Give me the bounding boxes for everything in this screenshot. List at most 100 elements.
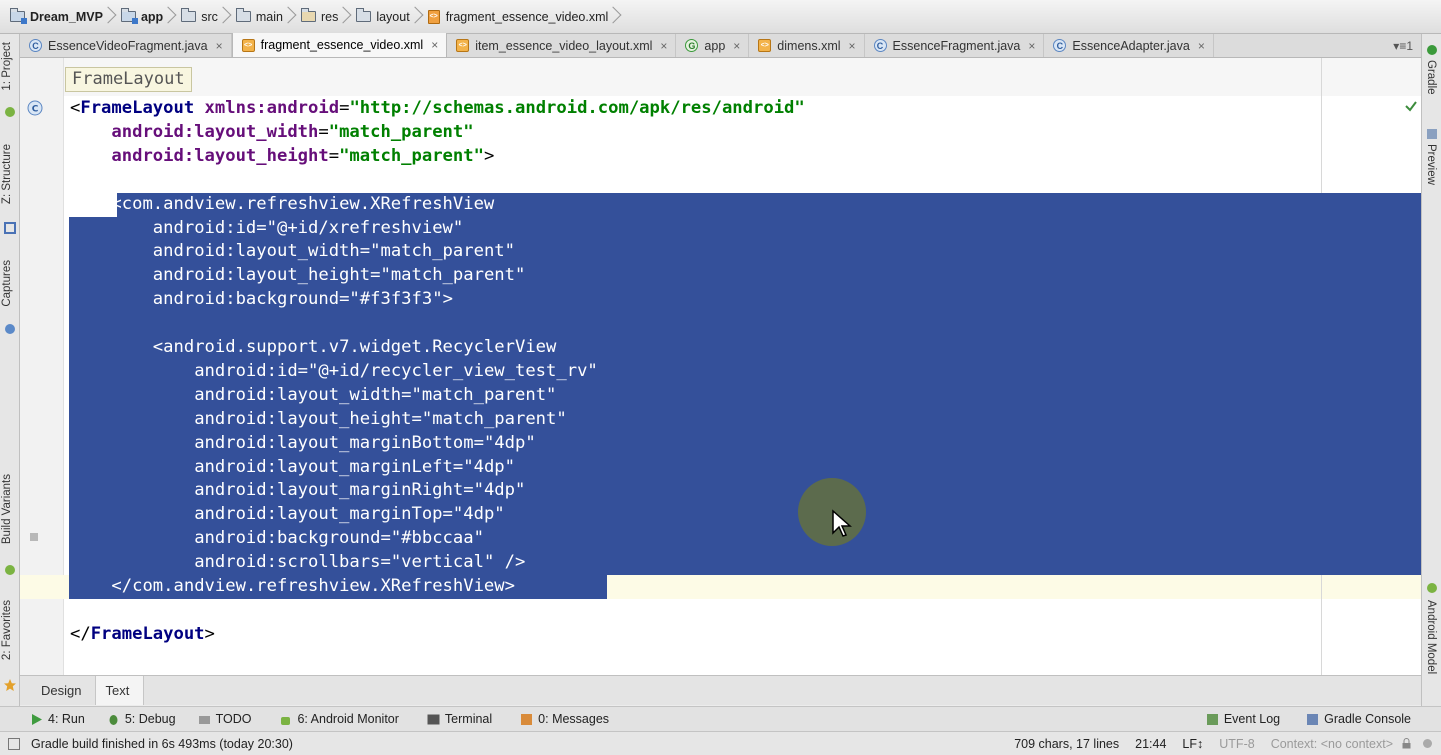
breadcrumb-label: Dream_MVP (30, 9, 103, 24)
tool-label: 0: Messages (538, 712, 610, 726)
editor-mode-tabs: Design Text (20, 675, 1421, 705)
captures-icon (5, 324, 15, 334)
folder-icon (235, 8, 251, 22)
breadcrumb-label: layout (376, 9, 410, 24)
close-icon[interactable]: × (660, 39, 667, 53)
preview-tool-button[interactable]: Preview (1425, 144, 1437, 185)
tab-design[interactable]: Design (32, 676, 95, 705)
code-line: android:layout_marginRight="4dp" (20, 478, 1421, 502)
code-line: android:layout_width="match_parent" (20, 120, 1421, 144)
messages-icon (521, 713, 533, 725)
code-line-text: android:scrollbars="vertical" /> (194, 552, 526, 573)
terminal-tool-button[interactable]: Terminal (405, 712, 498, 726)
tab-text[interactable]: Text (95, 676, 145, 705)
code-line-text: android:layout_width="match_parent" (111, 121, 474, 142)
event-log-icon (1206, 713, 1218, 725)
breadcrumb-src[interactable]: src (175, 5, 230, 29)
code-line: android:layout_marginTop="4dp" (20, 502, 1421, 526)
mouse-pointer-icon (832, 509, 852, 537)
event-log-tool-button[interactable]: Event Log (1178, 712, 1286, 726)
tab-fragment-essence-video-xml[interactable]: <> fragment_essence_video.xml × (231, 33, 448, 57)
close-icon[interactable]: × (1028, 39, 1035, 53)
tab-essence-video-fragment[interactable]: C EssenceVideoFragment.java × (20, 34, 232, 57)
line-separator[interactable]: LF↕ (1174, 737, 1211, 751)
right-tool-stripe: Gradle Preview Android Model (1421, 34, 1441, 707)
code-line: android:layout_height="match_parent"> (20, 144, 1421, 168)
xml-file-icon: <> (456, 39, 470, 52)
code-line-text: android:id="@+id/xrefreshview" (152, 217, 464, 238)
captures-tool-button[interactable]: Captures (1, 260, 13, 307)
code-line-text: android:background="#bbccaa" (194, 528, 484, 549)
breadcrumb-app[interactable]: app (115, 5, 175, 29)
breadcrumb-main[interactable]: main (230, 5, 295, 29)
tab-item-essence-video-layout[interactable]: <> item_essence_video_layout.xml × (447, 34, 677, 57)
structure-icon (4, 222, 16, 234)
gradle-icon (1427, 45, 1437, 55)
code-line: android:layout_height="match_parent" (20, 407, 1421, 431)
tab-dimens-xml[interactable]: <> dimens.xml × (749, 34, 865, 57)
tab-app-gradle[interactable]: Gapp × (676, 34, 750, 57)
breadcrumb-project[interactable]: Dream_MVP (4, 5, 115, 29)
java-class-icon: C (1053, 39, 1067, 52)
tab-essence-fragment[interactable]: C EssenceFragment.java × (865, 34, 1045, 57)
inspector-icon[interactable] (1422, 738, 1433, 749)
code-line-text: android:layout_height="match_parent"> (111, 145, 495, 166)
android-model-tool-button[interactable]: Android Model (1425, 600, 1437, 674)
android-monitor-tool-button[interactable]: 6: Android Monitor (257, 712, 404, 726)
code-line: android:background="#f3f3f3"> (20, 287, 1421, 311)
favorites-tool-button[interactable]: 2: Favorites (1, 600, 13, 660)
tool-label: 4: Run (48, 712, 85, 726)
breadcrumb-res[interactable]: res (295, 5, 350, 29)
char-count: 709 chars, 17 lines (1014, 736, 1120, 751)
code-line-text: android:layout_width="match_parent" (194, 384, 557, 405)
build-variants-tool-button[interactable]: Build Variants (1, 474, 13, 544)
context-indicator[interactable]: Context: <no context> (1263, 737, 1401, 751)
android-icon (1427, 583, 1437, 593)
gradle-tool-button[interactable]: Gradle (1425, 60, 1437, 95)
preview-icon (1427, 129, 1437, 139)
tool-windows-bar: 4: Run 5: Debug TODO 6: Android Monitor … (0, 706, 1441, 731)
gradle-console-icon (1307, 713, 1319, 725)
code-line: android:id="@+id/recycler_view_test_rv" (20, 359, 1421, 383)
close-icon[interactable]: × (849, 39, 856, 53)
gradle-icon: G (685, 39, 699, 52)
debug-tool-button[interactable]: 5: Debug (91, 712, 182, 726)
tab-list-menu-button[interactable]: ▾≡1 (1393, 34, 1421, 57)
xml-file-icon: <> (758, 39, 772, 52)
code-line-text: android:layout_marginBottom="4dp" (194, 432, 536, 453)
code-line-text: android:id="@+id/recycler_view_test_rv" (194, 360, 598, 381)
gradle-console-tool-button[interactable]: Gradle Console (1286, 712, 1441, 726)
structure-tool-button[interactable]: Z: Structure (1, 144, 13, 204)
lock-icon[interactable] (1401, 738, 1412, 749)
code-line-text: android:layout_height="match_parent" (152, 265, 526, 286)
close-icon[interactable]: × (733, 39, 740, 53)
file-encoding[interactable]: UTF-8 (1211, 737, 1262, 751)
todo-icon (198, 715, 210, 724)
code-line: android:layout_width="match_parent" (20, 383, 1421, 407)
code-line-text: android:background="#f3f3f3"> (152, 289, 453, 310)
code-line-text: </com.andview.refreshview.XRefreshView> (111, 576, 515, 596)
tab-label: item_essence_video_layout.xml (475, 38, 653, 53)
breadcrumb-file[interactable]: <> fragment_essence_video.xml (422, 5, 621, 29)
caret-position[interactable]: 21:44 (1127, 737, 1174, 751)
close-icon[interactable]: × (216, 39, 223, 53)
breadcrumb-layout[interactable]: layout (350, 5, 421, 29)
tool-label: 5: Debug (124, 712, 176, 726)
toggle-tool-windows-icon[interactable] (8, 737, 20, 750)
android-icon (281, 716, 291, 725)
breadcrumb-label: res (320, 9, 339, 24)
breadcrumb-label: src (201, 9, 218, 24)
messages-tool-button[interactable]: 0: Messages (498, 712, 615, 726)
close-icon[interactable]: × (431, 38, 438, 52)
code-line-text: </FrameLayout> (70, 623, 215, 644)
project-tool-button[interactable]: 1: Project (1, 42, 13, 91)
todo-tool-button[interactable]: TODO (182, 712, 258, 726)
close-icon[interactable]: × (1198, 39, 1205, 53)
code-line-text: android:layout_marginTop="4dp" (194, 504, 505, 525)
tab-essence-adapter[interactable]: C EssenceAdapter.java × (1044, 34, 1214, 57)
editor-tab-bar: C EssenceVideoFragment.java × <> fragment_e… (20, 33, 1421, 58)
code-editor[interactable]: C FrameLayout <FrameLayout xmlns:android… (20, 58, 1421, 675)
run-tool-button[interactable]: 4: Run (0, 712, 91, 726)
code-line-text: <android.support.v7.widget.RecyclerView (152, 337, 557, 357)
